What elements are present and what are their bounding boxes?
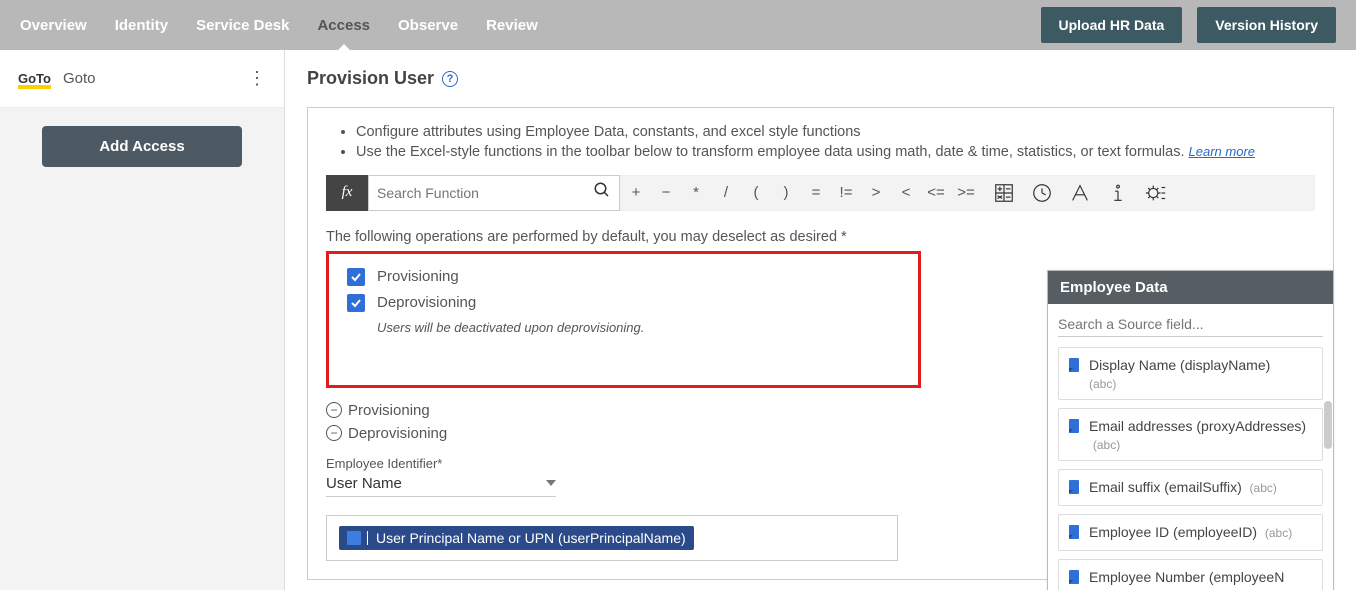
nav-tabs: Overview Identity Service Desk Access Ob… (20, 2, 538, 49)
checkbox-deprovisioning[interactable]: Deprovisioning (347, 294, 900, 312)
field-icon (1067, 570, 1081, 589)
field-icon (1067, 358, 1081, 377)
list-item[interactable]: Email suffix (emailSuffix) (abc) (1058, 469, 1323, 506)
upload-hr-button[interactable]: Upload HR Data (1041, 7, 1183, 43)
attribute-mapping-box[interactable]: User Principal Name or UPN (userPrincipa… (326, 515, 898, 561)
text-icon[interactable] (1067, 180, 1093, 206)
settings-icon[interactable] (1143, 180, 1169, 206)
function-toolbar: fx + − * / ( ) = != > < (326, 175, 1315, 211)
app-row-goto[interactable]: GoTo Goto ⋮ (0, 50, 284, 108)
op-minus[interactable]: − (651, 184, 681, 201)
employee-data-panel: Employee Data Display Name (displayName)… (1047, 270, 1334, 590)
nav-overview[interactable]: Overview (20, 2, 87, 49)
employee-data-search-input[interactable] (1058, 312, 1323, 337)
list-item[interactable]: Email addresses (proxyAddresses) (abc) (1058, 408, 1323, 461)
main-content: Provision User ? Configure attributes us… (285, 50, 1356, 590)
function-search[interactable] (368, 175, 620, 211)
goto-logo-icon: GoTo (18, 71, 51, 86)
list-item[interactable]: Employee Number (employeeN (1058, 559, 1323, 590)
top-navigation: Overview Identity Service Desk Access Ob… (0, 0, 1356, 50)
collapsible-deprovisioning-label: Deprovisioning (348, 425, 447, 442)
scrollbar-thumb[interactable] (1324, 401, 1332, 449)
employee-data-list: Display Name (displayName)(abc) Email ad… (1048, 341, 1333, 590)
help-icon[interactable]: ? (442, 71, 458, 87)
info-icon[interactable] (1105, 180, 1131, 206)
op-rparen[interactable]: ) (771, 184, 801, 201)
operations-highlight-box: Provisioning Deprovisioning Users will b… (326, 251, 921, 388)
nav-actions: Upload HR Data Version History (1041, 7, 1337, 43)
op-eq[interactable]: = (801, 184, 831, 201)
page-title-text: Provision User (307, 68, 434, 89)
instruction-2: Use the Excel-style functions in the too… (356, 142, 1315, 162)
op-mult[interactable]: * (681, 184, 711, 201)
learn-more-link[interactable]: Learn more (1189, 144, 1255, 159)
checkbox-provisioning[interactable]: Provisioning (347, 268, 900, 286)
collapse-icon: − (326, 402, 342, 418)
nav-access[interactable]: Access (317, 2, 370, 49)
chip-text: User Principal Name or UPN (userPrincipa… (376, 530, 686, 546)
app-name-label: Goto (63, 70, 96, 87)
select-value: User Name (326, 475, 540, 492)
sidebar: GoTo Goto ⋮ Add Access (0, 50, 285, 590)
op-gt[interactable]: > (861, 184, 891, 201)
op-div[interactable]: / (711, 184, 741, 201)
nav-review[interactable]: Review (486, 2, 538, 49)
math-icon[interactable] (991, 180, 1017, 206)
checkbox-provisioning-label: Provisioning (377, 268, 459, 285)
op-lparen[interactable]: ( (741, 184, 771, 201)
operator-buttons: + − * / ( ) = != > < <= >= (620, 175, 1315, 211)
op-lte[interactable]: <= (921, 184, 951, 201)
employee-identifier-select[interactable]: User Name (326, 471, 556, 497)
instruction-1: Configure attributes using Employee Data… (356, 122, 1315, 142)
list-item[interactable]: Employee ID (employeeID) (abc) (1058, 514, 1323, 551)
field-icon (1067, 525, 1081, 544)
list-item[interactable]: Display Name (displayName)(abc) (1058, 347, 1323, 400)
clock-icon[interactable] (1029, 180, 1055, 206)
function-search-input[interactable] (377, 185, 593, 201)
checkbox-deprovisioning-label: Deprovisioning (377, 294, 476, 311)
instructions-list: Configure attributes using Employee Data… (326, 122, 1315, 163)
op-lt[interactable]: < (891, 184, 921, 201)
attribute-chip-icon (347, 531, 361, 545)
collapsible-provisioning-label: Provisioning (348, 402, 430, 419)
nav-service-desk[interactable]: Service Desk (196, 2, 289, 49)
operations-heading: The following operations are performed b… (326, 229, 1315, 245)
op-plus[interactable]: + (621, 184, 651, 201)
collapse-icon: − (326, 425, 342, 441)
checkbox-checked-icon[interactable] (347, 268, 365, 286)
add-access-button[interactable]: Add Access (42, 126, 242, 167)
checkbox-checked-icon[interactable] (347, 294, 365, 312)
cursor-icon (367, 531, 368, 545)
field-icon (1067, 419, 1081, 438)
attribute-chip[interactable]: User Principal Name or UPN (userPrincipa… (339, 526, 694, 550)
page-title: Provision User ? (307, 68, 1334, 89)
deprovisioning-note: Users will be deactivated upon deprovisi… (377, 320, 900, 335)
employee-data-header: Employee Data (1048, 271, 1333, 304)
fx-icon: fx (326, 175, 368, 211)
nav-identity[interactable]: Identity (115, 2, 168, 49)
nav-observe[interactable]: Observe (398, 2, 458, 49)
search-icon[interactable] (593, 181, 611, 204)
chevron-down-icon (546, 480, 556, 486)
field-icon (1067, 480, 1081, 499)
op-gte[interactable]: >= (951, 184, 981, 201)
more-icon[interactable]: ⋮ (248, 68, 266, 89)
op-neq[interactable]: != (831, 184, 861, 201)
version-history-button[interactable]: Version History (1197, 7, 1336, 43)
